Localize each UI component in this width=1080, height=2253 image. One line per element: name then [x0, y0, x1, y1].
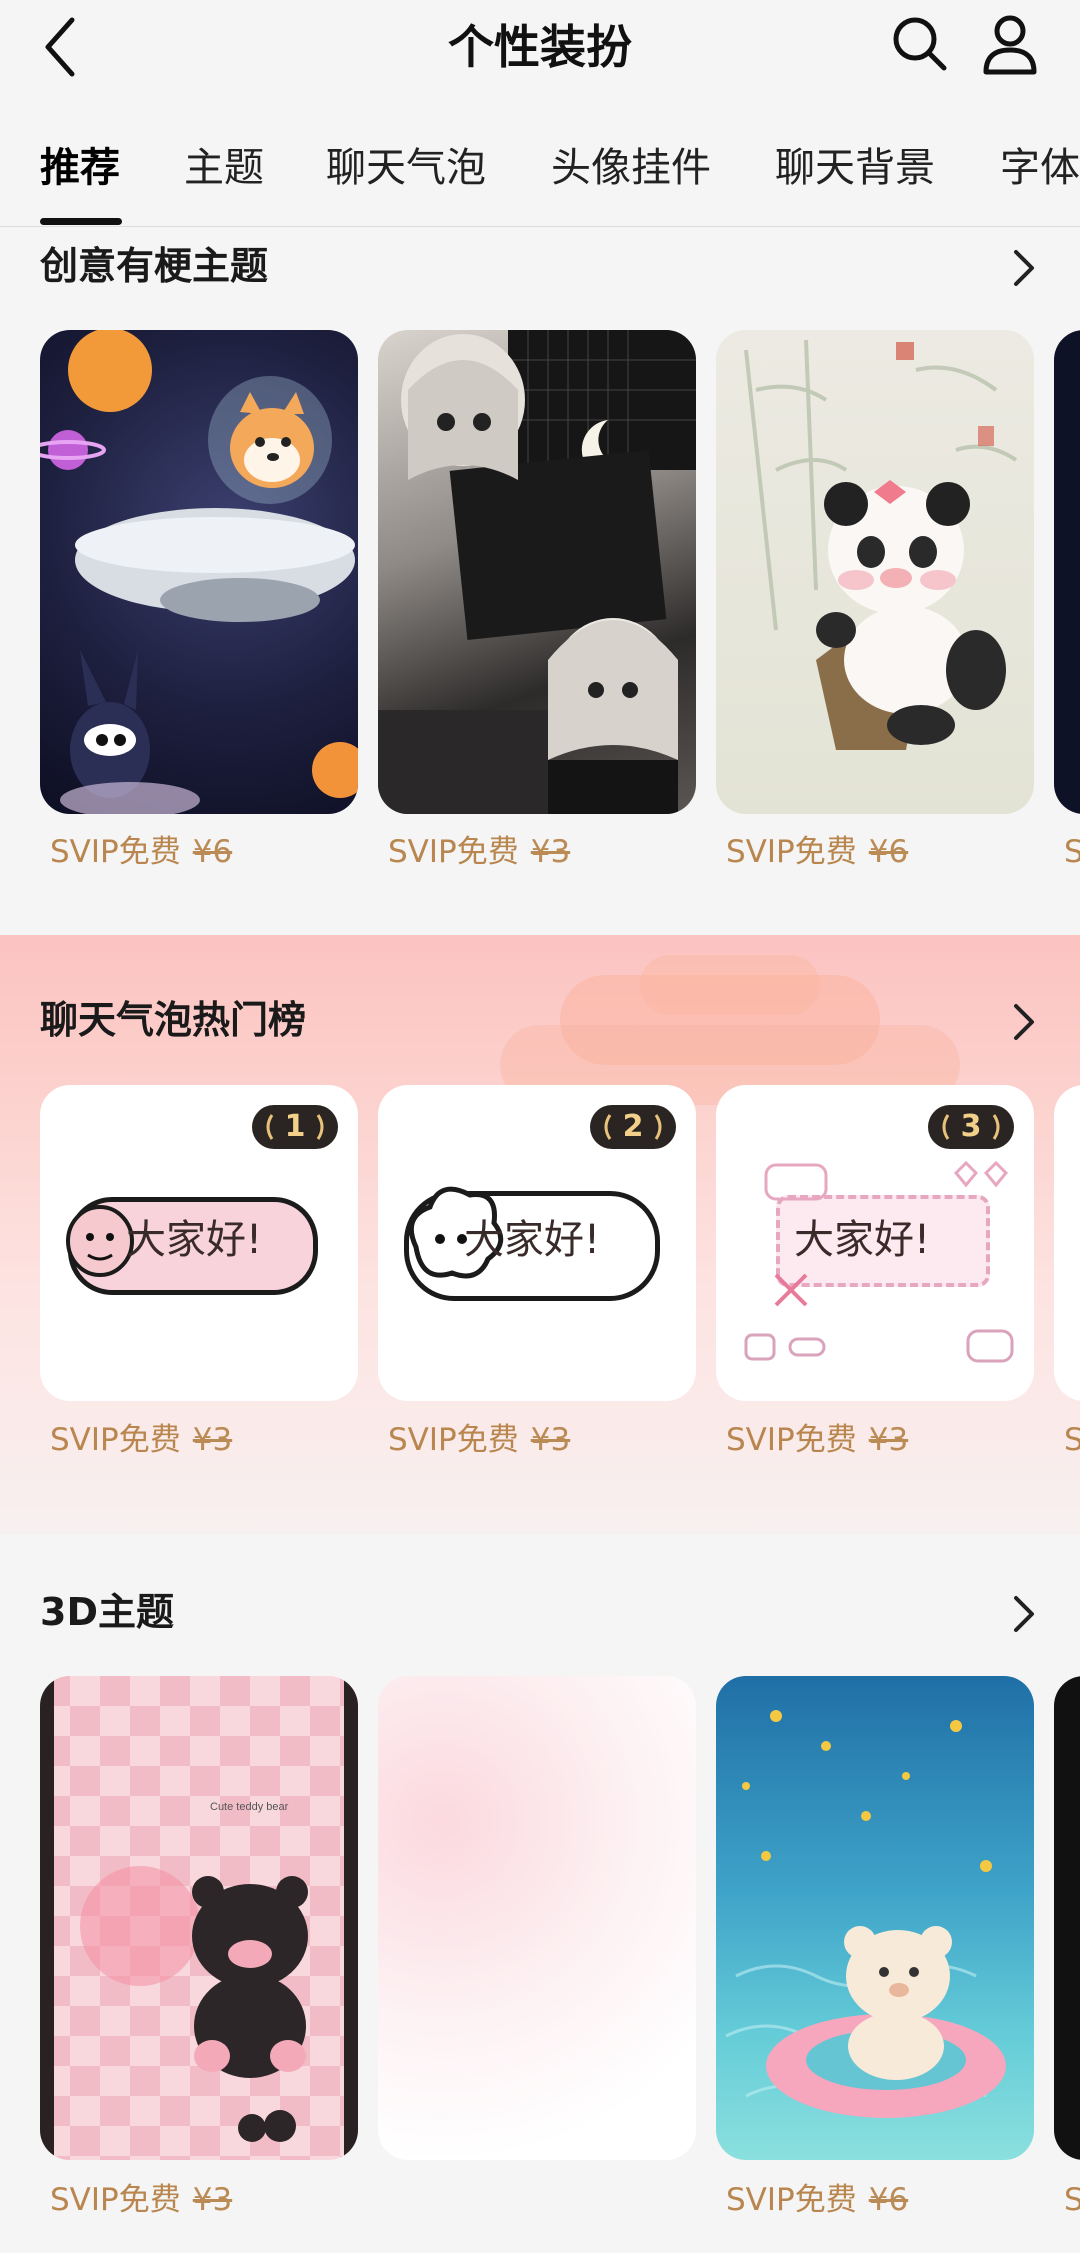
- rank-number: 2: [622, 1109, 644, 1144]
- svip-free-label: SVIP免费: [388, 834, 519, 870]
- original-price: ¥6: [868, 2182, 909, 2218]
- pixel-decoration-icon: [744, 1160, 1014, 1363]
- original-price: ¥3: [192, 2182, 233, 2218]
- tab-theme[interactable]: 主题: [184, 138, 264, 198]
- space-shiba-illustration: [40, 330, 358, 814]
- rank-badge: 1: [252, 1105, 338, 1149]
- price-label: SVIP免费 ¥3: [50, 2178, 232, 2222]
- original-price: ¥3: [192, 1422, 233, 1458]
- svip-free-label: SVIP免费: [50, 2182, 181, 2218]
- price-label: SVIP免费 ¥3: [388, 1418, 570, 1462]
- anime-girls-illustration: [378, 330, 696, 814]
- price-label: SVIP免费 ¥3: [50, 1418, 232, 1462]
- price-label: SVIP免费 ¥6: [50, 830, 232, 874]
- chevron-right-icon[interactable]: [1008, 1592, 1038, 1636]
- price-label: SVIP免费 ¥3: [726, 1418, 908, 1462]
- price-label: SVIP免费 ¥3: [388, 830, 570, 874]
- price-label: S: [1064, 830, 1080, 874]
- price-label: SVIP免费 ¥6: [726, 830, 908, 874]
- active-tab-indicator: [40, 218, 122, 225]
- price-label: S: [1064, 1418, 1080, 1462]
- bubble-text: 大家好!: [794, 1217, 931, 1263]
- svip-free-label: S: [1064, 2182, 1080, 2218]
- theme-card-partial[interactable]: [1054, 330, 1080, 814]
- bubble-card-rank-3[interactable]: 3 大家好!: [716, 1085, 1034, 1401]
- svip-free-label: S: [1064, 834, 1080, 870]
- rank-number: 1: [284, 1109, 306, 1144]
- svip-free-label: SVIP免费: [50, 834, 181, 870]
- bubble-text: 大家好!: [464, 1217, 601, 1263]
- theme-card-space-shiba[interactable]: [40, 330, 358, 814]
- tab-recommend[interactable]: 推荐: [40, 138, 120, 198]
- original-price: ¥3: [530, 834, 571, 870]
- section-title-creative: 创意有梗主题: [40, 244, 269, 288]
- svip-free-label: S: [1064, 1422, 1080, 1458]
- top-bar: 个性装扮: [0, 0, 1080, 100]
- section-title-bubbles: 聊天气泡热门榜: [40, 998, 307, 1042]
- section-title-3d: 3D主题: [40, 1590, 174, 1634]
- card-caption: Cute teddy bear: [210, 1801, 289, 1813]
- theme-card-loading[interactable]: [378, 1676, 696, 2160]
- svip-free-label: SVIP免费: [726, 1422, 857, 1458]
- chevron-right-icon[interactable]: [1008, 1000, 1038, 1044]
- tab-chat-background[interactable]: 聊天背景: [775, 138, 935, 198]
- price-label: S: [1064, 2178, 1080, 2222]
- theme-card-partial[interactable]: [1054, 1676, 1080, 2160]
- original-price: ¥3: [868, 1422, 909, 1458]
- svip-free-label: SVIP免费: [726, 834, 857, 870]
- svip-free-label: SVIP免费: [388, 1422, 519, 1458]
- svip-free-label: SVIP免费: [726, 2182, 857, 2218]
- bubble-card-rank-2[interactable]: 2 大家好!: [378, 1085, 696, 1401]
- original-price: ¥6: [192, 834, 233, 870]
- theme-card-anime-girls[interactable]: [378, 330, 696, 814]
- original-price: ¥3: [530, 1422, 571, 1458]
- bubble-card-partial[interactable]: [1054, 1085, 1080, 1401]
- theme-card-bear-pool[interactable]: [716, 1676, 1034, 2160]
- chevron-right-icon[interactable]: [1008, 246, 1038, 290]
- tab-font[interactable]: 字体: [1000, 138, 1080, 198]
- tab-avatar-pendant[interactable]: 头像挂件: [551, 138, 711, 198]
- bubble-text: 大家好!: [126, 1217, 263, 1263]
- tab-chat-bubble[interactable]: 聊天气泡: [326, 138, 486, 198]
- user-profile-icon[interactable]: [980, 12, 1040, 76]
- search-icon[interactable]: [890, 14, 950, 74]
- rank-badge: 3: [928, 1105, 1014, 1149]
- theme-card-panda[interactable]: [716, 330, 1034, 814]
- rank-badge: 2: [590, 1105, 676, 1149]
- rank-number: 3: [960, 1109, 982, 1144]
- svip-free-label: SVIP免费: [50, 1422, 181, 1458]
- category-tabs: 推荐 主题 聊天气泡 头像挂件 聊天背景 字体: [0, 120, 1080, 227]
- panda-illustration: [744, 339, 1018, 750]
- original-price: ¥6: [868, 834, 909, 870]
- theme-card-teddy-bear[interactable]: Cute teddy bear: [40, 1676, 358, 2160]
- bear-pool-illustration: [725, 1710, 1006, 2118]
- price-label: SVIP免费 ¥6: [726, 2178, 908, 2222]
- teddy-bear-illustration: [40, 1676, 358, 2160]
- bubble-card-rank-1[interactable]: 1 大家好!: [40, 1085, 358, 1401]
